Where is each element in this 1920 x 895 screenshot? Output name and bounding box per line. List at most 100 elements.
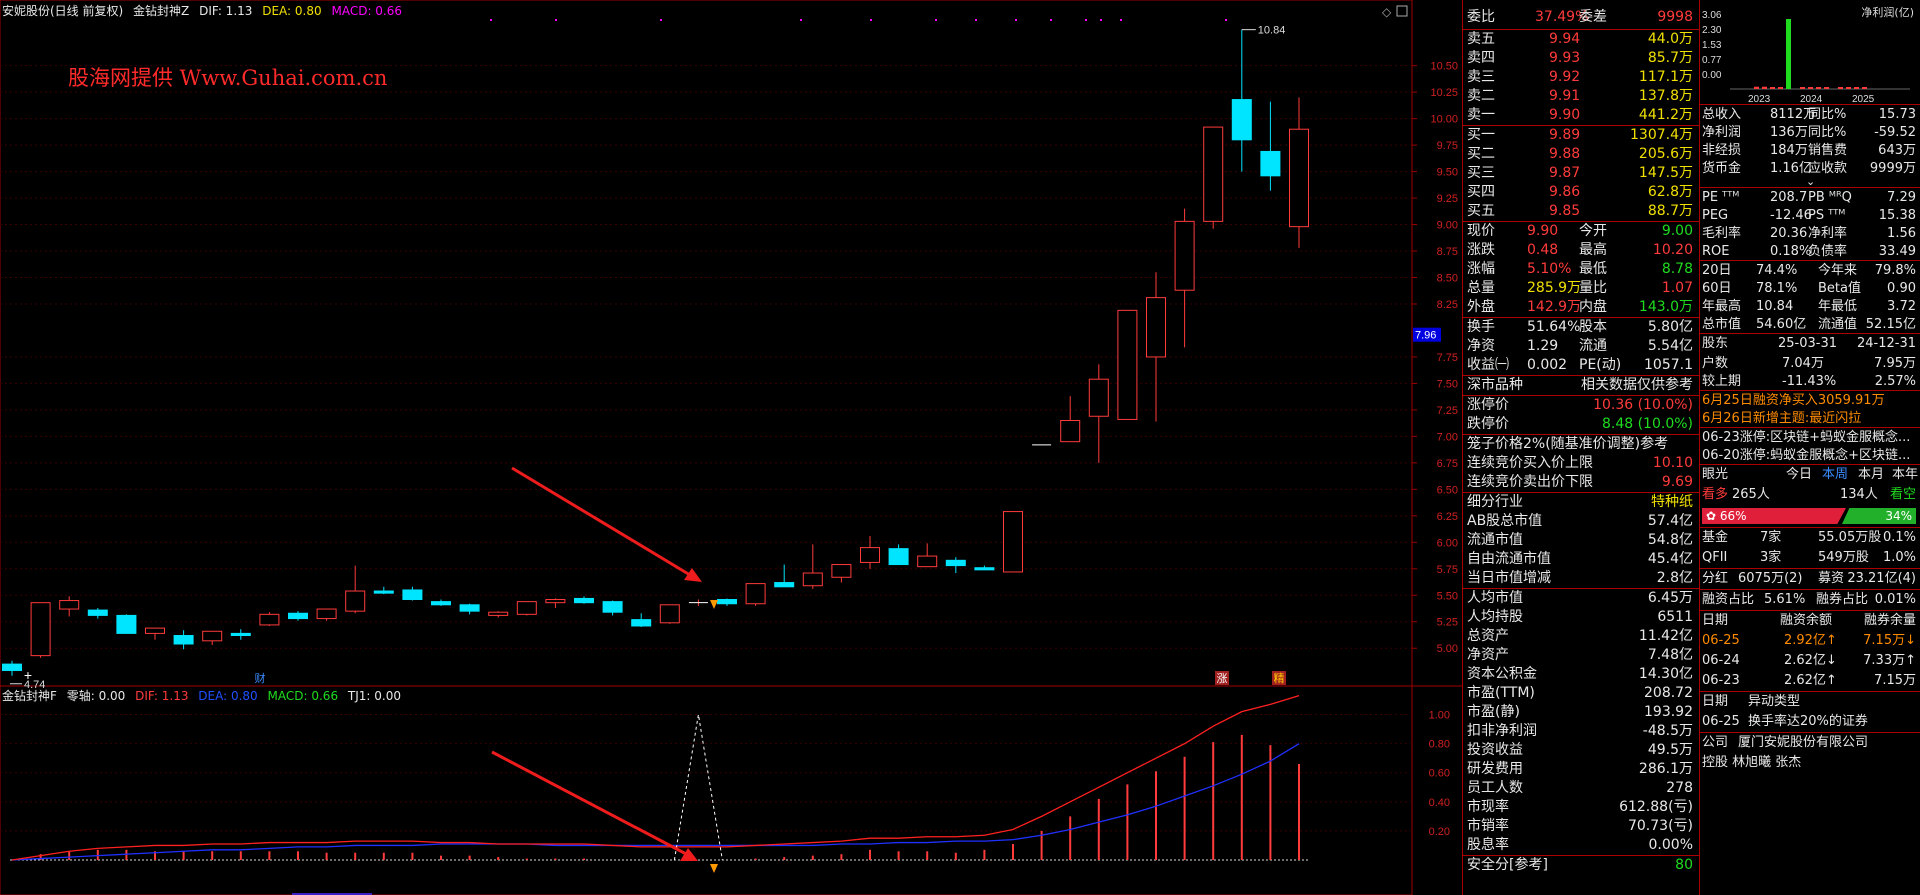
weibi-label: 委比 bbox=[1467, 9, 1495, 25]
net-profit-mini-chart[interactable]: 3.06 2.30 1.53 0.77 0.00 2023 2024 2025 净利润(亿) bbox=[1700, 0, 1920, 104]
sub-macd-value: MACD: 0.66 bbox=[267, 689, 339, 703]
perf-row: 年最高 10.84 年最低 3.72 bbox=[1700, 297, 1920, 315]
mini-bar bbox=[1800, 87, 1805, 89]
signal-dot bbox=[660, 19, 662, 21]
stat-label: 涨幅 bbox=[1467, 261, 1495, 277]
dif-line bbox=[11, 695, 1300, 861]
candle-body bbox=[860, 547, 880, 563]
market-label: 深市品种 bbox=[1467, 377, 1523, 393]
candle-body bbox=[1174, 220, 1195, 291]
bull-pct: ✿ 66% bbox=[1706, 509, 1747, 523]
signal-dot bbox=[1015, 19, 1017, 21]
margin-header: 日期 融资余额 融券余量 bbox=[1700, 611, 1920, 631]
price-tick-label: 8.50 bbox=[1437, 273, 1458, 285]
limit-up-item[interactable]: 06-23涨停:区块链+蚂蚁金服概念... bbox=[1702, 428, 1910, 448]
perf-value: 74.4% bbox=[1756, 263, 1798, 278]
perf-value-2: 0.90 bbox=[1887, 281, 1916, 296]
perf-label-2: 今年来 bbox=[1818, 263, 1858, 278]
valuation-label: 毛利率 bbox=[1702, 226, 1742, 241]
candle-body bbox=[488, 611, 509, 616]
buy-row: 买四 9.86 62.8万 bbox=[1463, 183, 1699, 202]
mini-bar bbox=[1824, 87, 1829, 89]
candle-body bbox=[974, 567, 995, 571]
buy-volume: 62.8万 bbox=[1647, 184, 1693, 200]
fin-label: 货币金 bbox=[1702, 161, 1742, 176]
stat-value-2: 143.0万 bbox=[1638, 299, 1693, 315]
signal-spike bbox=[673, 714, 723, 861]
candle-body bbox=[431, 601, 451, 606]
fund-value: 193.92 bbox=[1644, 704, 1693, 720]
fund-value: 6511 bbox=[1657, 609, 1693, 625]
valuation-label: ROE bbox=[1702, 244, 1730, 259]
safety-label[interactable]: 安全分[参考] bbox=[1467, 856, 1548, 875]
quote-panel: 委比 37.49% 委差 9998 卖五 9.94 44.0万 卖四 9.93 85.7万… bbox=[1462, 0, 1699, 895]
news-item[interactable]: 6月26日新增主题:最近闪拉 bbox=[1702, 409, 1861, 429]
valuation-value-2: 33.49 bbox=[1878, 244, 1916, 259]
fin-value-2: -59.52 bbox=[1874, 125, 1916, 140]
tab-month[interactable]: 本月 bbox=[1858, 465, 1884, 485]
company-name[interactable]: 厦门安妮股份有限公司 bbox=[1738, 733, 1868, 753]
share-label-2: 流通 bbox=[1579, 338, 1607, 354]
fund-label: 员工人数 bbox=[1467, 780, 1523, 796]
macd-value: MACD: 0.66 bbox=[331, 4, 403, 18]
industry-value[interactable]: 特种纸 bbox=[1651, 493, 1693, 512]
candle-body bbox=[745, 583, 766, 605]
inst-label: QFII bbox=[1702, 550, 1728, 565]
buy-price: 9.88 bbox=[1549, 146, 1581, 162]
limit-label: 涨停价 bbox=[1467, 397, 1509, 413]
news-item[interactable]: 6月25日融资净买入3059.91万 bbox=[1702, 391, 1885, 411]
fund-value: 57.4亿 bbox=[1647, 513, 1693, 529]
margin-header-finance: 融资余额 bbox=[1780, 613, 1833, 628]
fund-label: 自由流通市值 bbox=[1467, 551, 1551, 567]
sell-price: 9.92 bbox=[1549, 69, 1581, 85]
fund-label: AB股总市值 bbox=[1467, 513, 1543, 529]
industry-row: 细分行业 特种纸 bbox=[1463, 493, 1699, 512]
kline-chart-canvas[interactable]: 10.50 10.25 10.00 9.75 9.50 9.25 9.00 8.75 8.50 8… bbox=[0, 0, 1462, 895]
sell-volume: 44.0万 bbox=[1647, 31, 1693, 47]
candle-body bbox=[1146, 297, 1166, 358]
news-row: 6月25日融资净买入3059.91万 bbox=[1700, 391, 1920, 409]
holders-value-2: 7.95万 bbox=[1874, 356, 1916, 371]
fin-value-2: 9999万 bbox=[1869, 161, 1916, 176]
sell-price: 9.91 bbox=[1549, 88, 1581, 104]
candle-body bbox=[1088, 378, 1109, 417]
fund-label: 当日市值增减 bbox=[1467, 570, 1551, 586]
controller-text: 控股 林旭曦 张杰 bbox=[1702, 755, 1802, 770]
sub-indicator-name[interactable]: 金钻封神F bbox=[2, 689, 57, 703]
tab-year[interactable]: 本年 bbox=[1892, 465, 1918, 485]
limit-up-row: 06-23涨停:区块链+蚂蚁金服概念... bbox=[1700, 428, 1920, 446]
holders-rows: 户数 7.04万 7.95万 较上期 -11.43% 2.57% bbox=[1700, 354, 1920, 390]
tab-today[interactable]: 今日 bbox=[1786, 465, 1812, 485]
signal-dot bbox=[1225, 19, 1227, 21]
company-label: 公司 bbox=[1702, 735, 1729, 750]
limit-up-list: 06-23涨停:区块链+蚂蚁金服概念... 06-20涨停:蚂蚁金服概念+区块链.… bbox=[1700, 428, 1920, 464]
price-stats: 现价 9.90 今开 9.00 涨跌 0.48 最高 10.20 涨幅 5.10% 最低 8.78 总量… bbox=[1463, 222, 1699, 317]
price-tick-label: 8.25 bbox=[1437, 299, 1458, 311]
holders-header: 股东 25-03-31 24-12-31 bbox=[1700, 334, 1920, 354]
candle-body bbox=[888, 548, 909, 566]
fund-value: 612.88(亏) bbox=[1619, 799, 1693, 815]
limit-up-item[interactable]: 06-20涨停:蚂蚁金服概念+区块链... bbox=[1702, 446, 1910, 466]
bull-label: 看多 bbox=[1702, 487, 1729, 502]
sub-arrow-head bbox=[680, 848, 698, 861]
weicha-label: 委差 bbox=[1579, 9, 1607, 25]
sell-label: 卖五 bbox=[1467, 31, 1495, 47]
stat-value: 5.10% bbox=[1527, 261, 1572, 277]
holders-row-label: 较上期 bbox=[1702, 374, 1742, 389]
candle-body bbox=[802, 572, 823, 587]
dividend-value: 6075万(2) bbox=[1738, 571, 1803, 586]
mini-year-label: 2024 bbox=[1800, 94, 1823, 104]
fund-row: 市盈(静) 193.92 bbox=[1463, 703, 1699, 722]
indicator-name[interactable]: 金钻封神Z bbox=[133, 4, 189, 18]
kline-chart-area[interactable]: 10.50 10.25 10.00 9.75 9.50 9.25 9.00 8.75 8.50 8… bbox=[0, 0, 1462, 895]
price-tick-label: 6.25 bbox=[1437, 511, 1458, 523]
sub-arrow-line bbox=[491, 750, 691, 858]
fund-value: 0.00% bbox=[1648, 837, 1693, 853]
perf-label: 60日 bbox=[1702, 281, 1732, 296]
expand-chevron-icon[interactable]: ⌄ bbox=[1806, 176, 1815, 187]
candle-body bbox=[1117, 309, 1138, 420]
dividend-label: 分红 bbox=[1702, 571, 1729, 586]
tab-week[interactable]: 本周 bbox=[1822, 465, 1848, 485]
fund-value: 11.42亿 bbox=[1638, 628, 1693, 644]
perf-value-2: 79.8% bbox=[1874, 263, 1916, 278]
